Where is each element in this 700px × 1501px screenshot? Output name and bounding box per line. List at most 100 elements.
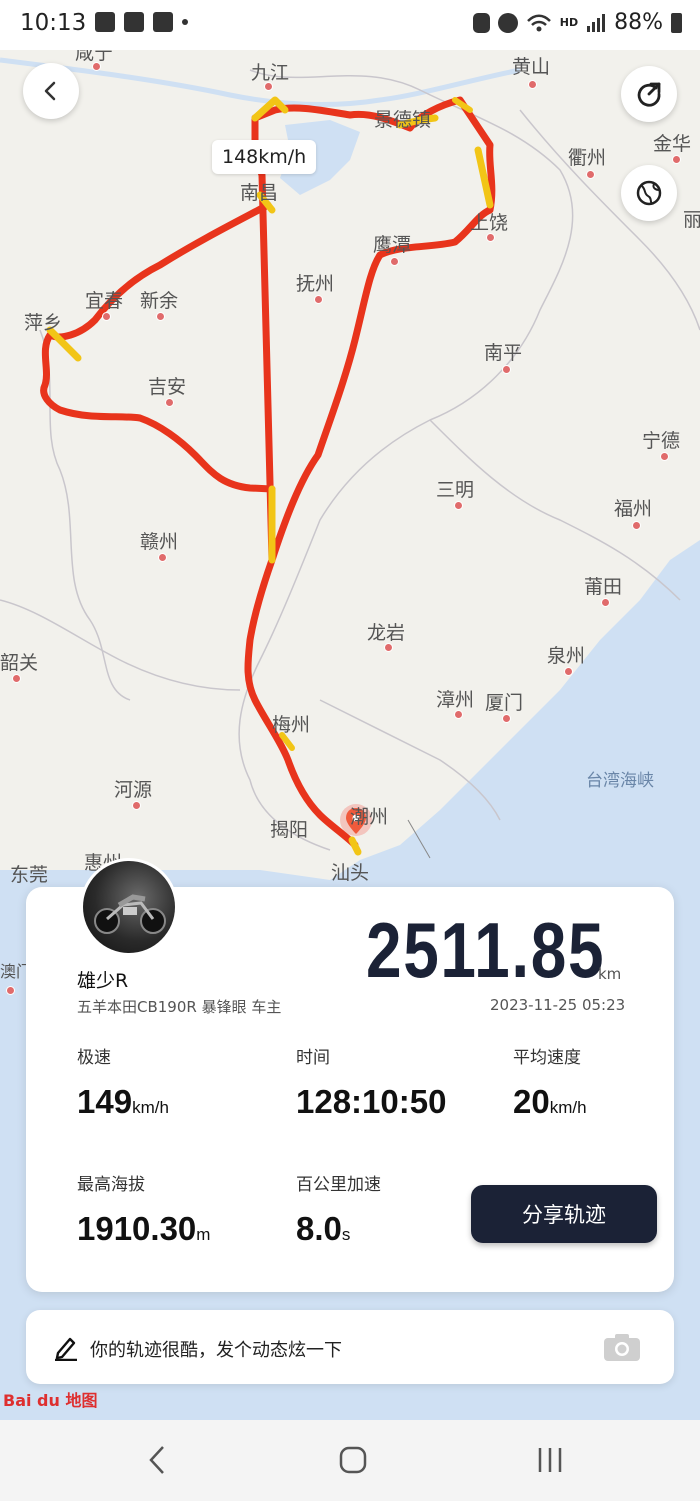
- stat-label-duration: 时间: [296, 1048, 330, 1068]
- stat-label-acceleration: 百公里加速: [296, 1175, 381, 1195]
- stat-unit: m: [196, 1225, 211, 1244]
- chevron-left-icon: [44, 81, 56, 101]
- city-label: 赣州: [140, 531, 179, 553]
- city-dot: [264, 82, 273, 91]
- city-label: 上饶: [470, 212, 509, 234]
- stat-value-duration: 128:10:50: [296, 1083, 446, 1121]
- baidu-logo-text: Bai du 地图: [3, 1391, 98, 1410]
- city-label: 厦门: [485, 692, 524, 714]
- motorcycle-icon: [94, 894, 166, 934]
- stat-number: 128:10:50: [296, 1083, 447, 1120]
- battery-percent: 88%: [614, 10, 663, 35]
- share-arrow-icon: [637, 82, 661, 107]
- stat-value-max-speed: 149km/h: [77, 1083, 169, 1121]
- nav-recents-icon[interactable]: [536, 1445, 564, 1475]
- city-dot: [601, 598, 610, 607]
- nav-back-icon[interactable]: [146, 1445, 168, 1475]
- distance-unit: km: [598, 965, 622, 983]
- city-label: 丽: [683, 209, 700, 231]
- stat-label-max-altitude: 最高海拔: [77, 1175, 145, 1195]
- city-dot: [586, 170, 595, 179]
- city-label: 三明: [436, 479, 475, 501]
- city-label: 龙岩: [367, 622, 406, 644]
- share-button[interactable]: [621, 66, 677, 122]
- stat-label-avg-speed: 平均速度: [513, 1048, 581, 1068]
- stat-number: 8.0: [296, 1210, 342, 1247]
- city-dot: [672, 155, 681, 164]
- stat-unit: km/h: [549, 1098, 587, 1117]
- gallery-icon: [95, 12, 115, 32]
- city-dot: [454, 710, 463, 719]
- stat-label-max-speed: 极速: [77, 1048, 111, 1068]
- city-dot: [564, 667, 573, 676]
- city-label: 吉安: [148, 376, 187, 398]
- stat-number: 20: [513, 1083, 550, 1120]
- camera-icon[interactable]: [603, 1332, 641, 1362]
- city-label: 抚州: [296, 273, 335, 295]
- city-label: 福州: [614, 498, 653, 520]
- user-vehicle: 五羊本田CB190R 暴锋眼 车主: [77, 998, 282, 1016]
- sim-icon: [472, 12, 490, 33]
- wifi-icon: [526, 14, 551, 31]
- map-layer-button[interactable]: [621, 165, 677, 221]
- city-dot: [156, 312, 165, 321]
- city-label: 宁德: [642, 430, 681, 452]
- stat-unit: s: [341, 1225, 351, 1244]
- city-label: 韶关: [0, 652, 39, 674]
- speed-tooltip: 148km/h: [212, 140, 317, 174]
- nav-home-icon[interactable]: [338, 1445, 368, 1475]
- city-dot: [502, 714, 511, 723]
- battery-icon: [671, 12, 682, 33]
- city-label: 南昌: [240, 182, 279, 204]
- alarm-icon: [497, 12, 518, 33]
- sea-label: 台湾海峡: [586, 771, 654, 791]
- total-distance: 2511.85: [366, 906, 606, 994]
- city-label: 宜春: [85, 290, 124, 312]
- status-bar: 10:13 HD 88%: [0, 0, 700, 50]
- city-dot: [165, 398, 174, 407]
- city-label: 萍乡: [24, 312, 63, 334]
- city-dot: [12, 674, 21, 683]
- city-label: 泉州: [547, 645, 586, 667]
- stat-unit: km/h: [132, 1098, 169, 1117]
- clock-icon: [124, 12, 144, 32]
- city-dot: [454, 501, 463, 510]
- system-nav-bar: [0, 1420, 700, 1501]
- edit-pencil-icon: [55, 1337, 77, 1361]
- user-name: 雄少R: [77, 970, 129, 992]
- city-dot: [502, 365, 511, 374]
- city-label: 衢州: [568, 147, 607, 169]
- bag-icon: [153, 12, 173, 32]
- hd-label: HD: [559, 16, 579, 29]
- city-label: 梅州: [272, 714, 311, 736]
- stat-value-max-altitude: 1910.30m: [77, 1210, 210, 1248]
- city-label: 景德镇: [374, 109, 432, 131]
- city-label: 潮州: [350, 806, 389, 828]
- post-prompt-text: 你的轨迹很酷，发个动态炫一下: [90, 1340, 342, 1361]
- city-dot: [486, 233, 495, 242]
- city-label: 汕头: [331, 862, 370, 884]
- city-label: 河源: [114, 779, 153, 801]
- city-label: 莆田: [584, 576, 623, 598]
- city-label: 东莞: [10, 864, 49, 886]
- signal-icon: [587, 13, 606, 32]
- city-label: 九江: [251, 62, 290, 84]
- city-label: 漳州: [436, 689, 475, 711]
- baidu-map-logo: Bai du 地图: [3, 1387, 97, 1411]
- city-dot: [632, 521, 641, 530]
- city-label: 鹰潭: [373, 234, 412, 256]
- city-dot: [390, 257, 399, 266]
- city-label: 黄山: [512, 56, 551, 78]
- notification-dot-icon: [182, 19, 188, 25]
- city-dot: [660, 452, 669, 461]
- stat-value-avg-speed: 20km/h: [513, 1083, 587, 1121]
- share-track-button[interactable]: 分享轨迹: [471, 1185, 657, 1243]
- city-dot: [314, 295, 323, 304]
- avatar[interactable]: [80, 858, 178, 956]
- city-dot: [384, 643, 393, 652]
- stat-number: 149: [77, 1083, 133, 1120]
- globe-icon: [636, 180, 662, 206]
- city-dot: [132, 801, 141, 810]
- city-label: 南平: [484, 342, 523, 364]
- back-button[interactable]: [23, 63, 79, 119]
